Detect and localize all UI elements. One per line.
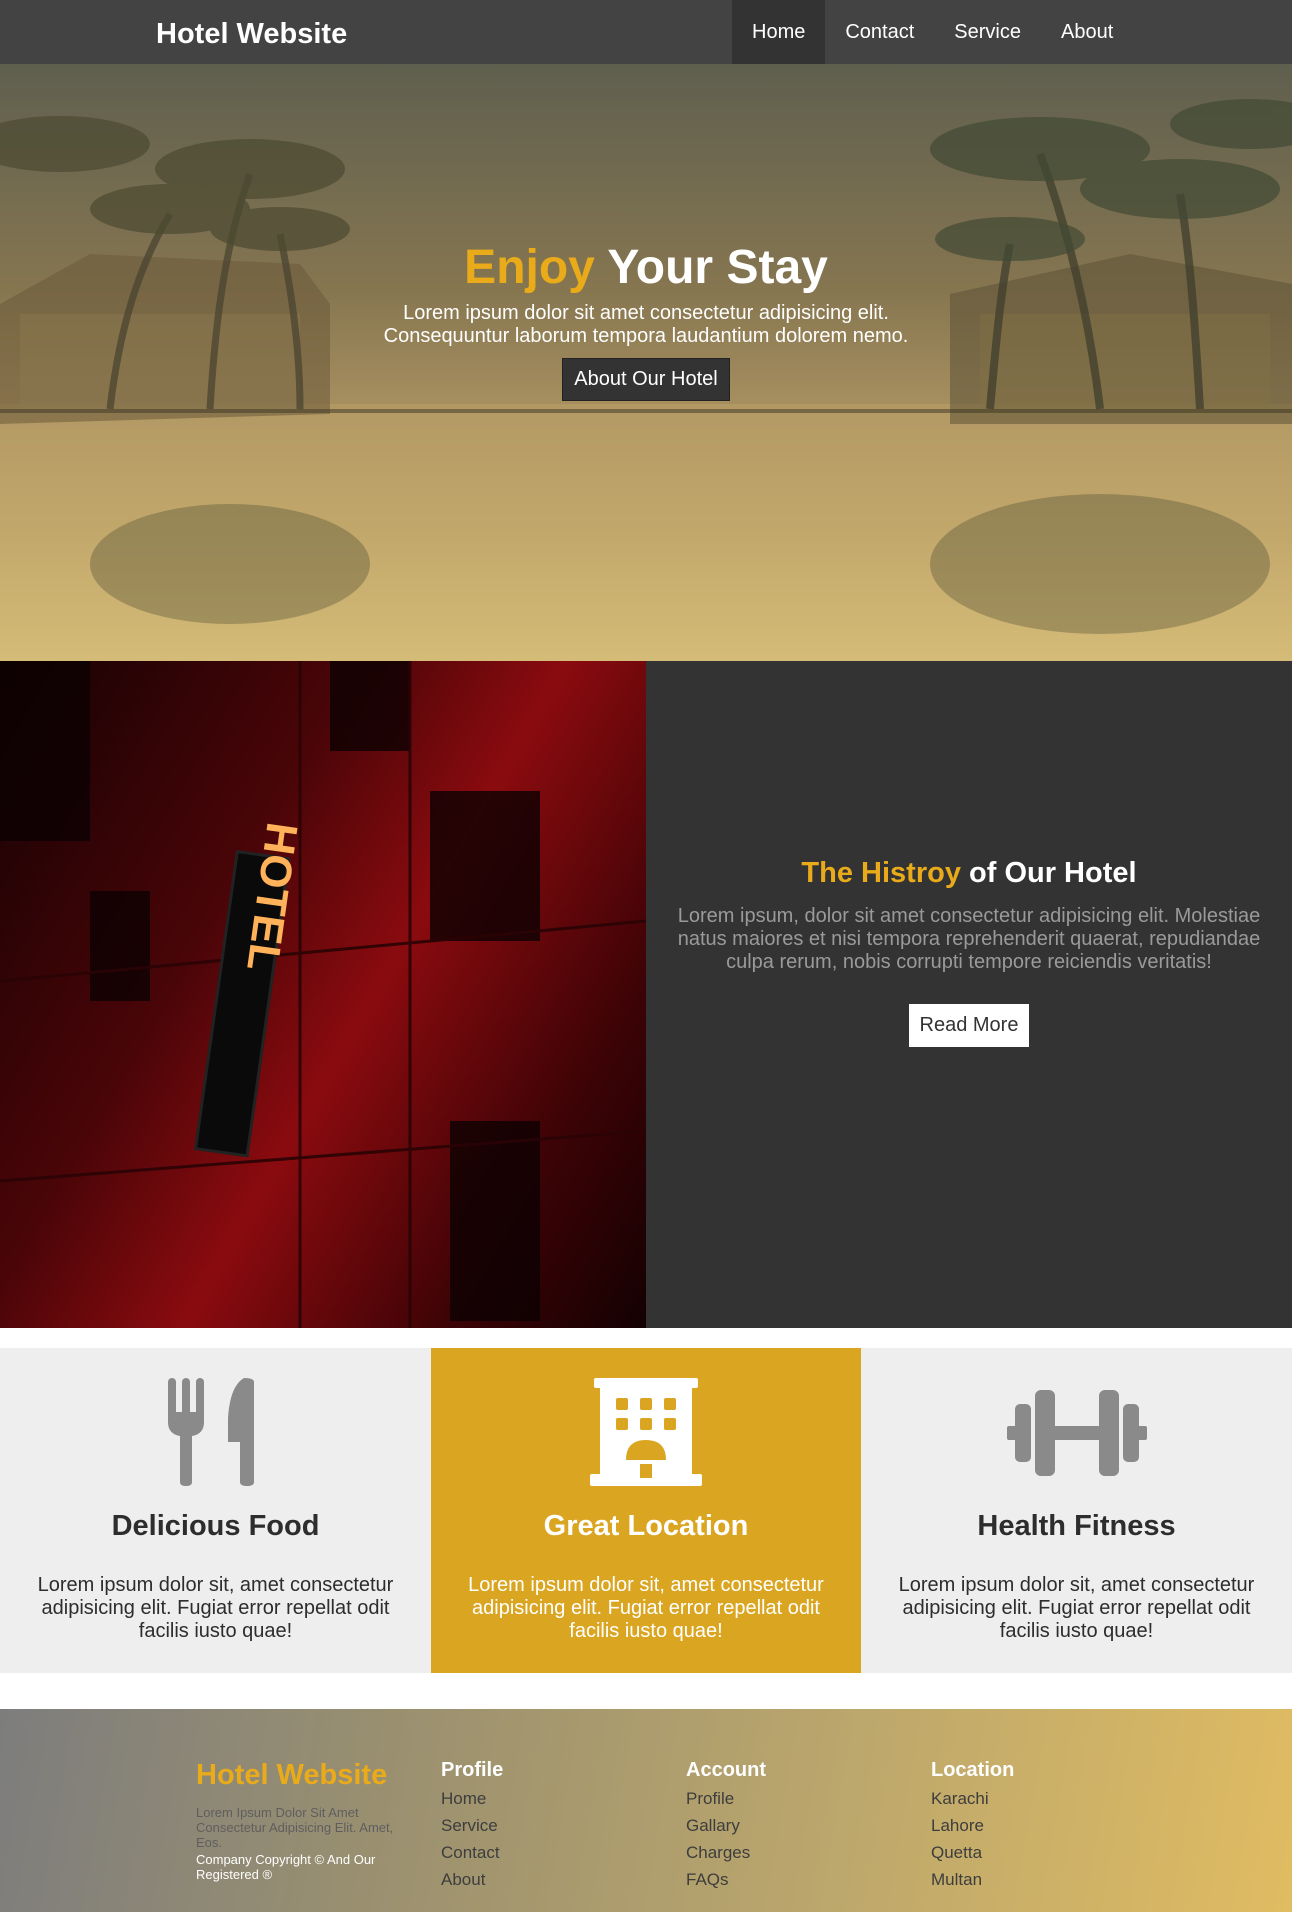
nav-link-about[interactable]: About	[1041, 0, 1133, 64]
feature-text-fitness: Lorem ipsum dolor sit, amet consectetur …	[898, 1574, 1255, 1642]
footer: Hotel Website Lorem Ipsum Dolor Sit Amet…	[0, 1709, 1292, 1912]
history-text: Lorem ipsum, dolor sit amet consectetur …	[677, 905, 1261, 973]
history-title-accent: The Histroy	[801, 857, 961, 889]
utensils-icon	[167, 1378, 254, 1486]
hotel-neon-image: HOTEL	[0, 661, 646, 1328]
feature-text-location: Lorem ipsum dolor sit, amet consectetur …	[468, 1574, 824, 1642]
feature-card-location: Great Location Lorem ipsum dolor sit, am…	[431, 1348, 861, 1673]
footer-link-karachi[interactable]: Karachi	[931, 1785, 1131, 1812]
hero-subtitle-line2: Consequuntur laborum tempora laudantium …	[383, 325, 909, 347]
hotel-building-illustration: HOTEL	[0, 661, 646, 1328]
feature-title-location: Great Location	[543, 1510, 749, 1542]
footer-link-charges[interactable]: Charges	[686, 1839, 886, 1866]
footer-link-service[interactable]: Service	[441, 1812, 641, 1839]
nav-link-service[interactable]: Service	[934, 0, 1041, 64]
footer-brand: Hotel Website	[196, 1759, 388, 1791]
footer-column-account: Account Profile Gallary Charges FAQs	[686, 1759, 886, 1893]
footer-link-home[interactable]: Home	[441, 1785, 641, 1812]
navbar: Hotel Website Home Contact Service About	[0, 0, 1292, 64]
footer-link-about[interactable]: About	[441, 1866, 641, 1893]
footer-link-contact[interactable]: Contact	[441, 1839, 641, 1866]
footer-link-multan[interactable]: Multan	[931, 1866, 1131, 1893]
history-panel: The Histroy of Our Hotel Lorem ipsum, do…	[646, 661, 1292, 1328]
footer-column-profile: Profile Home Service Contact About	[441, 1759, 641, 1893]
footer-column-title: Location	[931, 1759, 1015, 1781]
feature-title-food: Delicious Food	[111, 1510, 320, 1542]
footer-link-lahore[interactable]: Lahore	[931, 1812, 1131, 1839]
dumbbell-icon	[1006, 1390, 1147, 1476]
building-icon	[590, 1378, 702, 1486]
nav-link-home[interactable]: Home	[732, 0, 826, 64]
footer-column-title: Profile	[441, 1759, 504, 1781]
footer-column-location: Location Karachi Lahore Quetta Multan	[931, 1759, 1131, 1893]
hero-title-accent: Enjoy	[464, 241, 595, 294]
history-title-rest: of Our Hotel	[960, 857, 1137, 889]
hero-subtitle-line1: Lorem ipsum dolor sit amet consectetur a…	[403, 302, 889, 324]
footer-column-title: Account	[686, 1759, 766, 1781]
hero-title-rest: Your Stay	[594, 241, 828, 294]
hero-section: Enjoy Your Stay Lorem ipsum dolor sit am…	[0, 64, 1292, 661]
hero-title: Enjoy Your Stay	[0, 240, 1292, 296]
hero-content: Enjoy Your Stay Lorem ipsum dolor sit am…	[0, 240, 1292, 401]
hero-subtitle: Lorem ipsum dolor sit amet consectetur a…	[0, 302, 1292, 348]
nav-link-contact[interactable]: Contact	[825, 0, 934, 64]
features-section: Delicious Food Lorem ipsum dolor sit, am…	[0, 1348, 1292, 1673]
footer-link-faqs[interactable]: FAQs	[686, 1866, 886, 1893]
read-more-button[interactable]: Read More	[909, 1004, 1029, 1047]
footer-link-gallary[interactable]: Gallary	[686, 1812, 886, 1839]
footer-description: Lorem Ipsum Dolor Sit Amet Consectetur A…	[196, 1805, 394, 1850]
footer-link-quetta[interactable]: Quetta	[931, 1839, 1131, 1866]
feature-card-fitness: Health Fitness Lorem ipsum dolor sit, am…	[861, 1348, 1292, 1673]
footer-copyright: Company Copyright © And Our Registered ®	[196, 1852, 376, 1882]
footer-link-profile[interactable]: Profile	[686, 1785, 886, 1812]
feature-card-food: Delicious Food Lorem ipsum dolor sit, am…	[0, 1348, 431, 1673]
nav-links: Home Contact Service About	[732, 0, 1133, 64]
brand-logo[interactable]: Hotel Website	[156, 18, 347, 51]
feature-text-food: Lorem ipsum dolor sit, amet consectetur …	[37, 1574, 394, 1642]
feature-title-fitness: Health Fitness	[977, 1510, 1176, 1542]
neon-sign-text: HOTEL	[237, 820, 306, 974]
history-title: The Histroy of Our Hotel	[646, 857, 1292, 890]
about-hotel-button[interactable]: About Our Hotel	[562, 358, 730, 401]
history-section: HOTEL The Histroy of Our Hotel Lorem ips…	[0, 661, 1292, 1328]
